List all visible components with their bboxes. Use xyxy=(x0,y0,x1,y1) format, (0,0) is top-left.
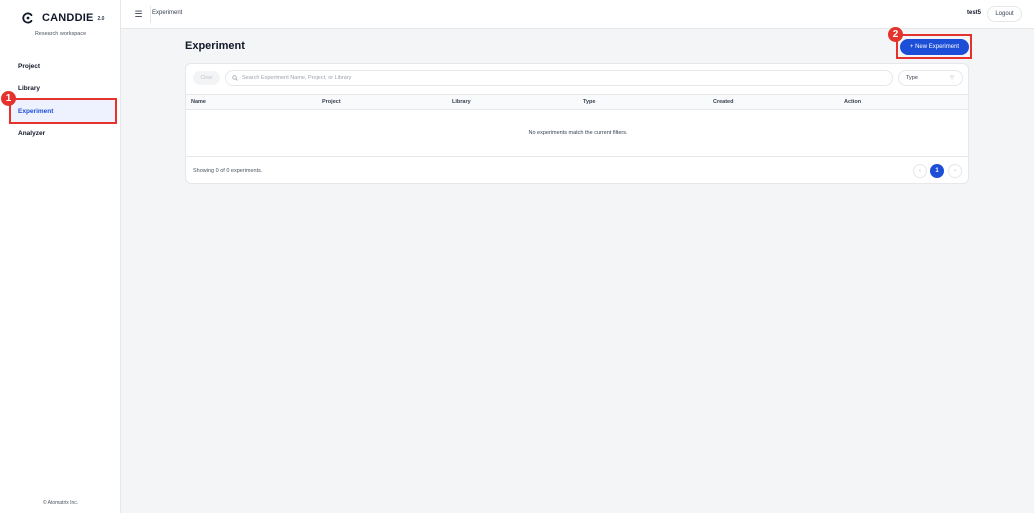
column-header-name[interactable]: Name xyxy=(191,99,206,105)
page-title: Experiment xyxy=(185,40,245,52)
column-header-action: Action xyxy=(844,99,862,105)
annotation-marker-2: 2 xyxy=(888,27,903,42)
type-filter-label: Type xyxy=(906,75,918,81)
brand-version: 2.0 xyxy=(97,16,105,22)
username: test5 xyxy=(967,10,982,16)
candie-logo-icon xyxy=(22,12,34,24)
copyright: © Atomatrix Inc. xyxy=(42,500,79,506)
column-header-project[interactable]: Project xyxy=(322,99,341,105)
sidebar-item-project[interactable]: Project xyxy=(10,55,116,77)
sidebar: CANDDIE 2.0 Research workspace Project L… xyxy=(0,0,121,513)
logout-button[interactable]: Logout xyxy=(987,6,1022,22)
menu-toggle-button[interactable]: ☰ xyxy=(131,7,146,22)
column-header-created[interactable]: Created xyxy=(713,99,733,105)
brand-name: CANDDIE xyxy=(42,12,94,24)
annotation-marker-1: 1 xyxy=(1,91,16,106)
highlight-new-experiment-button xyxy=(896,34,972,59)
chevron-right-icon: › xyxy=(954,168,956,174)
search-input[interactable] xyxy=(242,75,882,81)
column-header-library[interactable]: Library xyxy=(452,99,471,105)
clear-filters-button[interactable]: Clear xyxy=(193,71,220,85)
pagination-summary: Showing 0 of 0 experiments. xyxy=(193,168,263,174)
table-header: Name Project Library Type Created Action xyxy=(186,94,968,110)
search-icon xyxy=(232,75,238,81)
chevron-left-icon: ‹ xyxy=(919,168,921,174)
page-1-button[interactable]: 1 xyxy=(930,164,944,178)
prev-page-button[interactable]: ‹ xyxy=(913,164,927,178)
workspace-label: Research workspace xyxy=(34,31,87,37)
hamburger-icon: ☰ xyxy=(134,9,143,19)
sidebar-item-analyzer[interactable]: Analyzer xyxy=(10,122,116,144)
search-box[interactable] xyxy=(225,70,893,86)
type-filter-select[interactable]: Type ▽ xyxy=(898,70,963,86)
breadcrumb: Experiment xyxy=(152,10,183,16)
chevron-down-icon: ▽ xyxy=(950,75,954,81)
brand-logo[interactable]: CANDDIE 2.0 xyxy=(22,11,104,25)
next-page-button[interactable]: › xyxy=(948,164,962,178)
breadcrumb-divider xyxy=(150,6,151,23)
highlight-experiment-nav xyxy=(9,98,117,124)
sidebar-item-library[interactable]: Library xyxy=(10,77,116,99)
experiments-panel: Clear Type ▽ Name Project Library Type C… xyxy=(185,63,969,184)
topbar: ☰ Experiment test5 Logout xyxy=(121,0,1034,29)
column-header-type[interactable]: Type xyxy=(583,99,595,105)
empty-state-message: No experiments match the current filters… xyxy=(186,110,968,157)
